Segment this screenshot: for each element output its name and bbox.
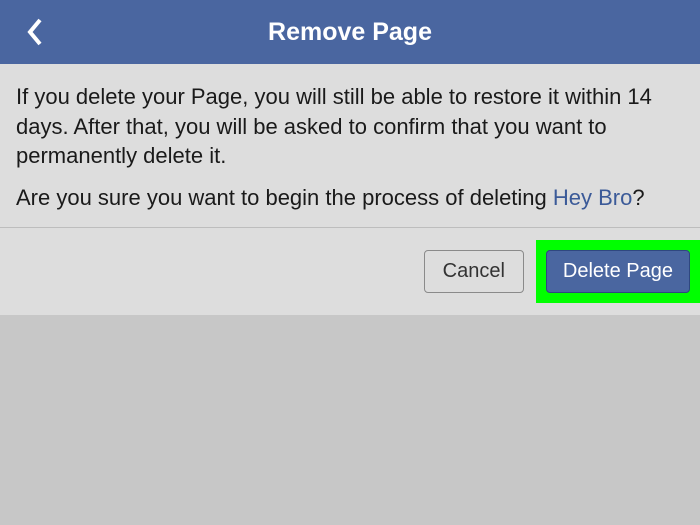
- confirm-question: Are you sure you want to begin the proce…: [16, 183, 684, 213]
- empty-area: [0, 315, 700, 525]
- highlight-box: Delete Page: [536, 240, 700, 303]
- confirm-suffix: ?: [632, 185, 644, 210]
- cancel-button[interactable]: Cancel: [424, 250, 524, 293]
- deletion-notice: If you delete your Page, you will still …: [16, 82, 684, 171]
- header-bar: Remove Page: [0, 0, 700, 64]
- confirm-prefix: Are you sure you want to begin the proce…: [16, 185, 553, 210]
- chevron-left-icon: [27, 18, 43, 46]
- page-name-link[interactable]: Hey Bro: [553, 185, 632, 210]
- page-title: Remove Page: [0, 18, 700, 47]
- back-button[interactable]: [20, 12, 50, 52]
- delete-page-button[interactable]: Delete Page: [546, 250, 690, 293]
- content-area: If you delete your Page, you will still …: [0, 64, 700, 227]
- button-row: Cancel Delete Page: [0, 228, 700, 315]
